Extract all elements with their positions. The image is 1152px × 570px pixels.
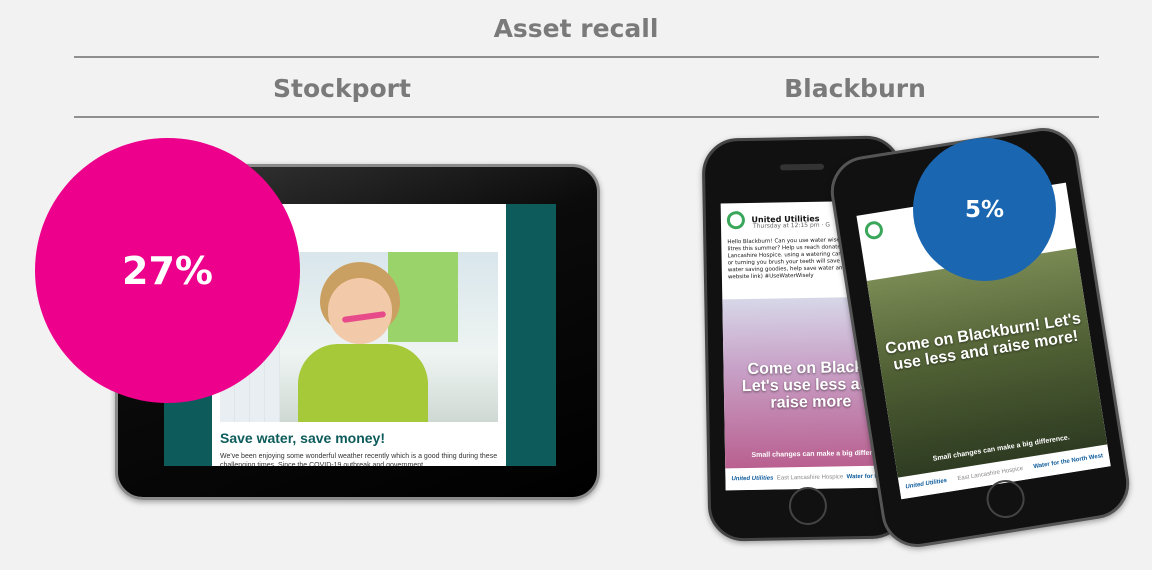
united-utilities-logo-icon — [863, 219, 885, 241]
footer-hospice: East Lancashire Hospice — [957, 465, 1024, 483]
post-timestamp: Thursday at 12:15 pm · G — [752, 221, 831, 230]
home-button — [788, 486, 828, 526]
page-title: Asset recall — [493, 14, 659, 43]
phone-speaker — [779, 163, 825, 171]
title-divider — [74, 56, 1099, 58]
post-header — [863, 219, 889, 241]
post-overlay-text: Come on Blackburn! Let's use less and ra… — [884, 310, 1083, 374]
stockport-recall-value: 27% — [122, 248, 213, 293]
post-image: Come on Blackburn! Let's use less and ra… — [866, 247, 1108, 479]
post-small-text: Small changes can make a big differ — [751, 449, 873, 459]
footer-hospice: East Lancashire Hospice — [776, 474, 844, 482]
blackburn-recall-badge: 5% — [913, 138, 1056, 281]
footer-logo: United Utilities — [731, 475, 774, 483]
column-header-blackburn: Blackburn — [784, 74, 926, 103]
email-right-band — [506, 204, 556, 466]
email-body: We've been enjoying some wonderful weath… — [220, 453, 498, 466]
email-heading: Save water, save money! — [220, 430, 385, 446]
footer-tagline: Water for the North West — [1033, 453, 1104, 471]
header-divider — [74, 116, 1099, 118]
post-header: United Utilities Thursday at 12:15 pm · … — [726, 210, 831, 231]
blackburn-recall-value: 5% — [964, 196, 1005, 223]
stockport-recall-badge: 27% — [35, 138, 300, 403]
footer-logo: United Utilities — [905, 477, 948, 491]
united-utilities-logo-icon — [726, 211, 746, 230]
column-header-stockport: Stockport — [273, 74, 411, 103]
